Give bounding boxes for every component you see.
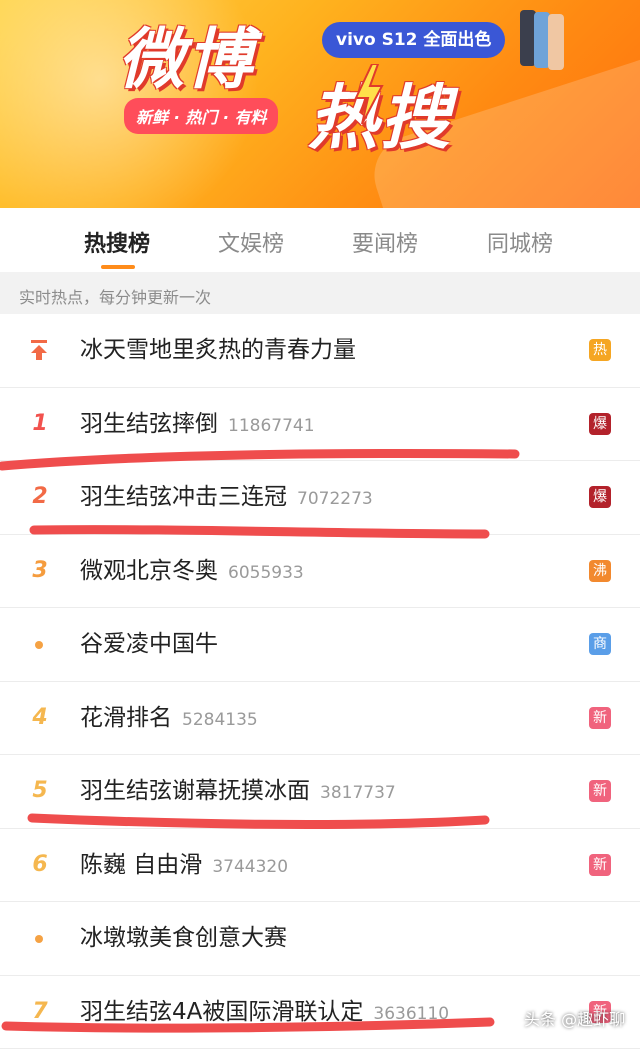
list-item[interactable]: 5 羽生结弦谢幕抚摸冰面 3817737 新 [0,755,640,829]
tab-hot-search[interactable]: 热搜榜 [84,226,150,258]
item-count: 3817737 [320,783,396,803]
tab-news[interactable]: 要闻榜 [352,226,418,258]
item-title: 羽生结弦4A被国际滑联认定 3636110 [80,998,450,1025]
item-title: 冰天雪地里炙热的青春力量 [80,337,356,363]
promoted-dot-icon [35,935,43,943]
list-item[interactable]: 3 微观北京冬奥 6055933 沸 [0,535,640,608]
list-item[interactable]: 1 羽生结弦摔倒 11867741 爆 [0,388,640,461]
badge-new: 新 [589,780,611,802]
badge-new: 新 [589,706,611,729]
badge-explode: 爆 [589,486,611,508]
item-count: 11867741 [228,415,315,436]
realtime-notice: 实时热点，每分钟更新一次 [0,272,640,314]
list-item[interactable]: 2 羽生结弦冲击三连冠 7072273 爆 [0,461,640,535]
item-title: 花滑排名 5284135 [80,704,258,731]
ad-pill[interactable]: vivo S12 全面出色 [322,22,506,58]
list-item[interactable]: 4 花滑排名 5284135 新 [0,682,640,755]
badge-boiling: 沸 [589,559,611,582]
item-title: 羽生结弦冲击三连冠 7072273 [80,484,373,510]
item-title: 陈巍 自由滑 3744320 [80,851,289,878]
banner-slogan: 新鲜 · 热门 · 有料 [124,98,279,134]
list-item-promoted[interactable]: 谷爱凌中国牛 商 [0,608,640,682]
pin-to-top-icon [31,340,47,360]
item-title: 冰墩墩美食创意大赛 [80,925,287,951]
lightning-icon [354,64,384,124]
tab-local[interactable]: 同城榜 [487,226,553,258]
item-title: 羽生结弦摔倒 11867741 [80,410,315,437]
badge-explode: 爆 [589,412,611,435]
item-count: 6055933 [228,562,304,583]
rank-number: 7 [32,998,48,1024]
rank-number: 6 [32,851,48,877]
ranking-tabs: 热搜榜 文娱榜 要闻榜 同城榜 [0,208,640,272]
badge-hot: 热 [589,339,611,361]
rank-number: 4 [32,704,48,730]
active-tab-indicator [101,265,135,269]
list-item-pinned[interactable]: 冰天雪地里炙热的青春力量 热 [0,314,640,388]
badge-new: 新 [589,853,611,876]
item-title: 羽生结弦谢幕抚摸冰面 3817737 [80,778,396,804]
watermark: 头条 @趣虾聊 [524,1010,626,1029]
item-count: 5284135 [182,709,258,730]
rank-number: 3 [32,557,48,583]
hot-search-banner: 微博 热搜 新鲜 · 热门 · 有料 vivo S12 全面出色 [0,0,640,208]
hot-search-list: 冰天雪地里炙热的青春力量 热 1 羽生结弦摔倒 11867741 爆 2 羽生结弦… [0,314,640,1049]
tab-entertainment[interactable]: 文娱榜 [218,226,284,258]
item-count: 3744320 [212,856,289,877]
item-title: 谷爱凌中国牛 [80,631,218,657]
rank-number: 2 [32,484,48,509]
phone-product-image [520,10,572,70]
item-title: 微观北京冬奥 6055933 [80,557,304,584]
list-item[interactable]: 6 陈巍 自由滑 3744320 新 [0,829,640,902]
banner-title-weibo: 微博 [118,21,254,98]
list-item-promoted[interactable]: 冰墩墩美食创意大赛 [0,902,640,976]
item-count: 3636110 [373,1003,450,1024]
rank-number: 5 [32,778,48,803]
badge-commercial: 商 [589,633,611,655]
promoted-dot-icon [35,641,43,649]
realtime-notice-text: 实时热点，每分钟更新一次 [19,288,212,307]
item-count: 7072273 [297,489,373,509]
rank-number: 1 [32,410,48,436]
